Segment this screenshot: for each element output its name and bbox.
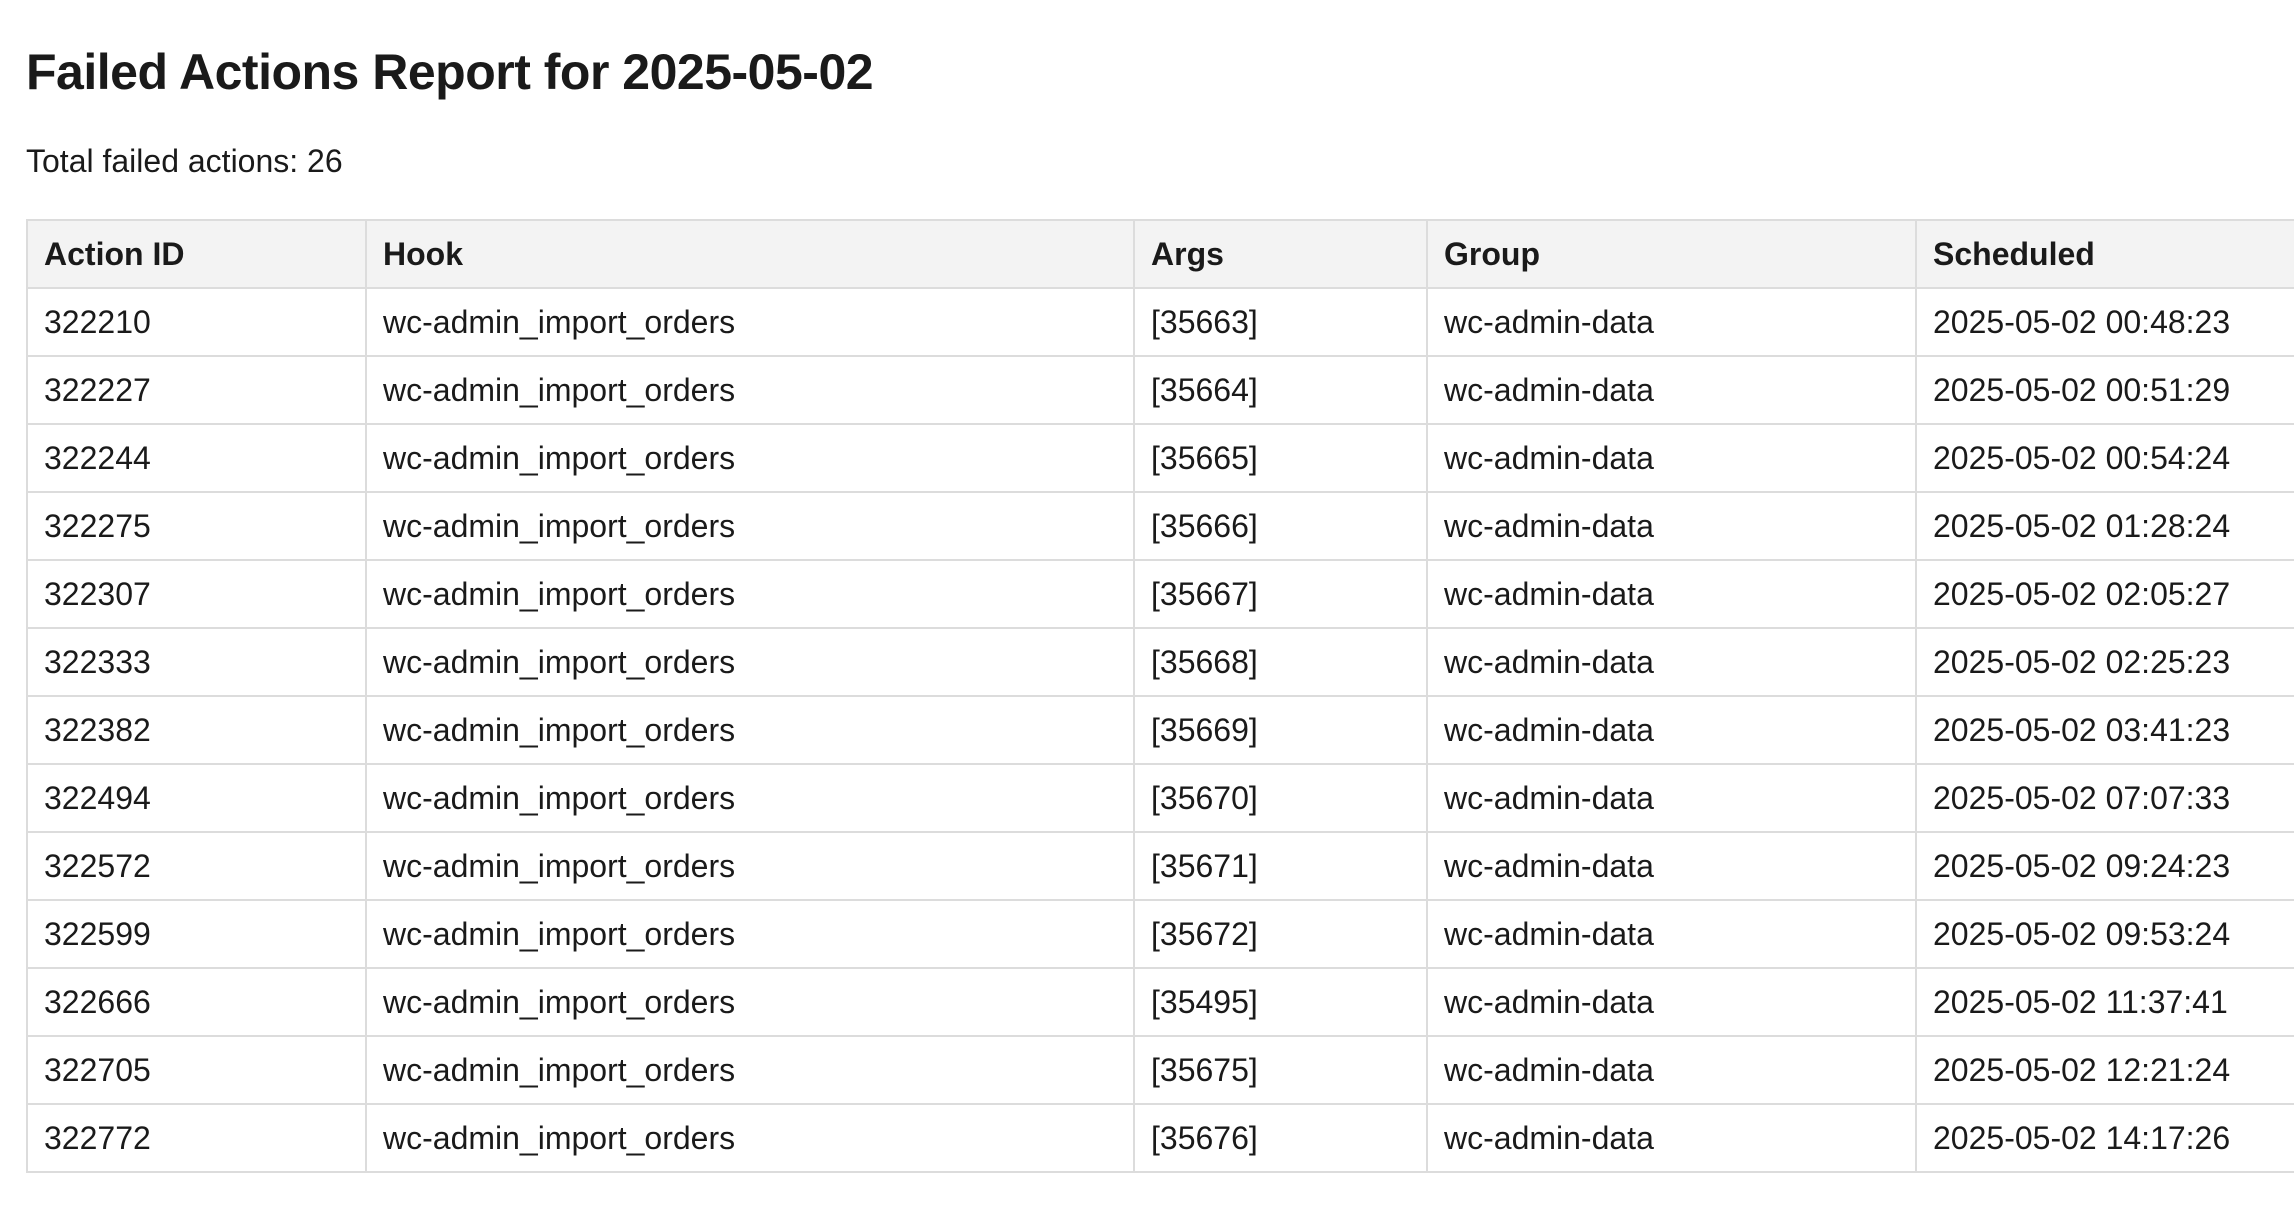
page-title: Failed Actions Report for 2025-05-02 <box>26 44 874 100</box>
action-id-cell: 322666 <box>26 967 367 1037</box>
table-body: 322210 wc-admin_import_orders [35663] wc-ad… <box>26 287 2294 1173</box>
scheduled-cell: 2025-05-02 00:48:23 <box>1915 287 2294 357</box>
group-cell: wc-admin-data <box>1426 559 1917 629</box>
table-row: 322772 wc-admin_import_orders [35676] wc-ad… <box>26 1103 2294 1173</box>
scheduled-cell: 2025-05-02 03:41:23 <box>1915 695 2294 765</box>
group-cell: wc-admin-data <box>1426 763 1917 833</box>
args-cell: [35666] <box>1133 491 1428 561</box>
args-cell: [35669] <box>1133 695 1428 765</box>
action-id-cell: 322244 <box>26 423 367 493</box>
failed-actions-table-container: Action ID Hook Args Group Scheduled 3222… <box>26 219 2294 1173</box>
scheduled-cell: 2025-05-02 07:07:33 <box>1915 763 2294 833</box>
report-page: Failed Actions Report for 2025-05-02 Tot… <box>0 0 2294 1232</box>
args-cell: [35672] <box>1133 899 1428 969</box>
total-failed-summary: Total failed actions: 26 <box>26 140 343 182</box>
scheduled-cell: 2025-05-02 01:28:24 <box>1915 491 2294 561</box>
scheduled-cell: 2025-05-02 11:37:41 <box>1915 967 2294 1037</box>
args-cell: [35663] <box>1133 287 1428 357</box>
scheduled-cell: 2025-05-02 02:05:27 <box>1915 559 2294 629</box>
scheduled-cell: 2025-05-02 14:17:26 <box>1915 1103 2294 1173</box>
group-cell: wc-admin-data <box>1426 1035 1917 1105</box>
table-row: 322572 wc-admin_import_orders [35671] wc-ad… <box>26 831 2294 901</box>
total-failed-label: Total failed actions: <box>26 143 299 179</box>
args-cell: [35670] <box>1133 763 1428 833</box>
group-cell: wc-admin-data <box>1426 491 1917 561</box>
args-cell: [35668] <box>1133 627 1428 697</box>
args-cell: [35667] <box>1133 559 1428 629</box>
column-header-args: Args <box>1133 219 1428 289</box>
action-id-cell: 322333 <box>26 627 367 697</box>
table-row: 322666 wc-admin_import_orders [35495] wc-ad… <box>26 967 2294 1037</box>
total-failed-count: 26 <box>307 143 343 179</box>
table-header-row: Action ID Hook Args Group Scheduled <box>26 219 2294 289</box>
action-id-cell: 322494 <box>26 763 367 833</box>
scheduled-cell: 2025-05-02 12:21:24 <box>1915 1035 2294 1105</box>
table-row: 322275 wc-admin_import_orders [35666] wc-ad… <box>26 491 2294 561</box>
table-row: 322210 wc-admin_import_orders [35663] wc-ad… <box>26 287 2294 357</box>
hook-cell: wc-admin_import_orders <box>365 491 1135 561</box>
column-header-scheduled: Scheduled <box>1915 219 2294 289</box>
scheduled-cell: 2025-05-02 00:54:24 <box>1915 423 2294 493</box>
table-row: 322307 wc-admin_import_orders [35667] wc-ad… <box>26 559 2294 629</box>
scheduled-cell: 2025-05-02 00:51:29 <box>1915 355 2294 425</box>
args-cell: [35671] <box>1133 831 1428 901</box>
args-cell: [35676] <box>1133 1103 1428 1173</box>
hook-cell: wc-admin_import_orders <box>365 695 1135 765</box>
action-id-cell: 322275 <box>26 491 367 561</box>
args-cell: [35675] <box>1133 1035 1428 1105</box>
group-cell: wc-admin-data <box>1426 355 1917 425</box>
group-cell: wc-admin-data <box>1426 831 1917 901</box>
args-cell: [35495] <box>1133 967 1428 1037</box>
group-cell: wc-admin-data <box>1426 287 1917 357</box>
hook-cell: wc-admin_import_orders <box>365 287 1135 357</box>
hook-cell: wc-admin_import_orders <box>365 1103 1135 1173</box>
hook-cell: wc-admin_import_orders <box>365 355 1135 425</box>
action-id-cell: 322210 <box>26 287 367 357</box>
table-row: 322382 wc-admin_import_orders [35669] wc-ad… <box>26 695 2294 765</box>
action-id-cell: 322572 <box>26 831 367 901</box>
scheduled-cell: 2025-05-02 09:24:23 <box>1915 831 2294 901</box>
group-cell: wc-admin-data <box>1426 967 1917 1037</box>
args-cell: [35664] <box>1133 355 1428 425</box>
action-id-cell: 322772 <box>26 1103 367 1173</box>
scheduled-cell: 2025-05-02 02:25:23 <box>1915 627 2294 697</box>
action-id-cell: 322705 <box>26 1035 367 1105</box>
group-cell: wc-admin-data <box>1426 627 1917 697</box>
hook-cell: wc-admin_import_orders <box>365 1035 1135 1105</box>
column-header-hook: Hook <box>365 219 1135 289</box>
table-row: 322227 wc-admin_import_orders [35664] wc-ad… <box>26 355 2294 425</box>
scheduled-cell: 2025-05-02 09:53:24 <box>1915 899 2294 969</box>
action-id-cell: 322599 <box>26 899 367 969</box>
column-header-action-id: Action ID <box>26 219 367 289</box>
hook-cell: wc-admin_import_orders <box>365 763 1135 833</box>
action-id-cell: 322382 <box>26 695 367 765</box>
table-row: 322599 wc-admin_import_orders [35672] wc-ad… <box>26 899 2294 969</box>
hook-cell: wc-admin_import_orders <box>365 967 1135 1037</box>
action-id-cell: 322227 <box>26 355 367 425</box>
column-header-group: Group <box>1426 219 1917 289</box>
hook-cell: wc-admin_import_orders <box>365 627 1135 697</box>
group-cell: wc-admin-data <box>1426 899 1917 969</box>
group-cell: wc-admin-data <box>1426 1103 1917 1173</box>
table-row: 322494 wc-admin_import_orders [35670] wc-ad… <box>26 763 2294 833</box>
group-cell: wc-admin-data <box>1426 423 1917 493</box>
table-row: 322244 wc-admin_import_orders [35665] wc-ad… <box>26 423 2294 493</box>
table-row: 322705 wc-admin_import_orders [35675] wc-ad… <box>26 1035 2294 1105</box>
table-row: 322333 wc-admin_import_orders [35668] wc-ad… <box>26 627 2294 697</box>
hook-cell: wc-admin_import_orders <box>365 559 1135 629</box>
args-cell: [35665] <box>1133 423 1428 493</box>
hook-cell: wc-admin_import_orders <box>365 899 1135 969</box>
group-cell: wc-admin-data <box>1426 695 1917 765</box>
hook-cell: wc-admin_import_orders <box>365 423 1135 493</box>
failed-actions-table: Action ID Hook Args Group Scheduled 3222… <box>26 219 2294 1173</box>
action-id-cell: 322307 <box>26 559 367 629</box>
hook-cell: wc-admin_import_orders <box>365 831 1135 901</box>
